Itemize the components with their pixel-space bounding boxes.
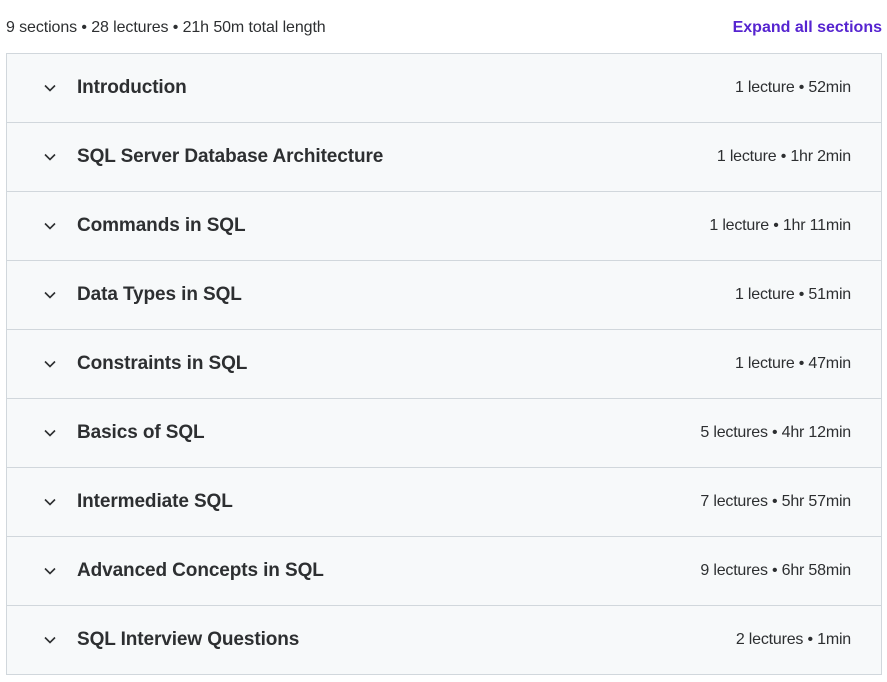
section-row-data-types-in-sql[interactable]: Data Types in SQL 1 lecture • 51min — [7, 261, 881, 330]
section-row-constraints-in-sql[interactable]: Constraints in SQL 1 lecture • 47min — [7, 330, 881, 399]
chevron-down-icon — [43, 150, 57, 164]
section-meta: 9 lectures • 6hr 58min — [700, 562, 851, 579]
chevron-down-icon — [43, 357, 57, 371]
chevron-down-icon — [43, 219, 57, 233]
section-meta: 1 lecture • 51min — [734, 286, 851, 303]
section-meta: 1 lecture • 47min — [734, 355, 851, 372]
section-title: Commands in SQL — [77, 215, 246, 236]
chevron-down-icon — [43, 495, 57, 509]
section-row-intermediate-sql[interactable]: Intermediate SQL 7 lectures • 5hr 57min — [7, 468, 881, 537]
section-title: Advanced Concepts in SQL — [77, 560, 324, 581]
section-meta: 2 lectures • 1min — [735, 631, 851, 648]
section-row-sql-server-database-architecture[interactable]: SQL Server Database Architecture 1 lectu… — [7, 123, 881, 192]
section-row-basics-of-sql[interactable]: Basics of SQL 5 lectures • 4hr 12min — [7, 399, 881, 468]
section-title: Basics of SQL — [77, 422, 205, 443]
expand-all-sections-button[interactable]: Expand all sections — [733, 19, 882, 37]
curriculum-header: 9 sections • 28 lectures • 21h 50m total… — [6, 16, 882, 40]
section-title: SQL Interview Questions — [77, 629, 300, 650]
section-row-advanced-concepts-in-sql[interactable]: Advanced Concepts in SQL 9 lectures • 6h… — [7, 537, 881, 606]
section-title: Constraints in SQL — [77, 353, 248, 374]
section-title: Intermediate SQL — [77, 491, 233, 512]
section-meta: 1 lecture • 1hr 11min — [709, 217, 851, 234]
chevron-down-icon — [43, 564, 57, 578]
chevron-down-icon — [43, 633, 57, 647]
section-title: Introduction — [77, 77, 187, 98]
section-title: Data Types in SQL — [77, 284, 242, 305]
sections-list: Introduction 1 lecture • 52min SQL Serve… — [6, 53, 882, 675]
chevron-down-icon — [43, 426, 57, 440]
section-meta: 1 lecture • 1hr 2min — [716, 148, 851, 165]
section-meta: 7 lectures • 5hr 57min — [700, 493, 851, 510]
section-meta: 1 lecture • 52min — [734, 79, 851, 96]
chevron-down-icon — [43, 288, 57, 302]
chevron-down-icon — [43, 81, 57, 95]
section-row-introduction[interactable]: Introduction 1 lecture • 52min — [7, 54, 881, 123]
section-row-sql-interview-questions[interactable]: SQL Interview Questions 2 lectures • 1mi… — [7, 606, 881, 674]
section-meta: 5 lectures • 4hr 12min — [700, 424, 851, 441]
course-summary: 9 sections • 28 lectures • 21h 50m total… — [6, 19, 326, 36]
section-row-commands-in-sql[interactable]: Commands in SQL 1 lecture • 1hr 11min — [7, 192, 881, 261]
section-title: SQL Server Database Architecture — [77, 146, 384, 167]
